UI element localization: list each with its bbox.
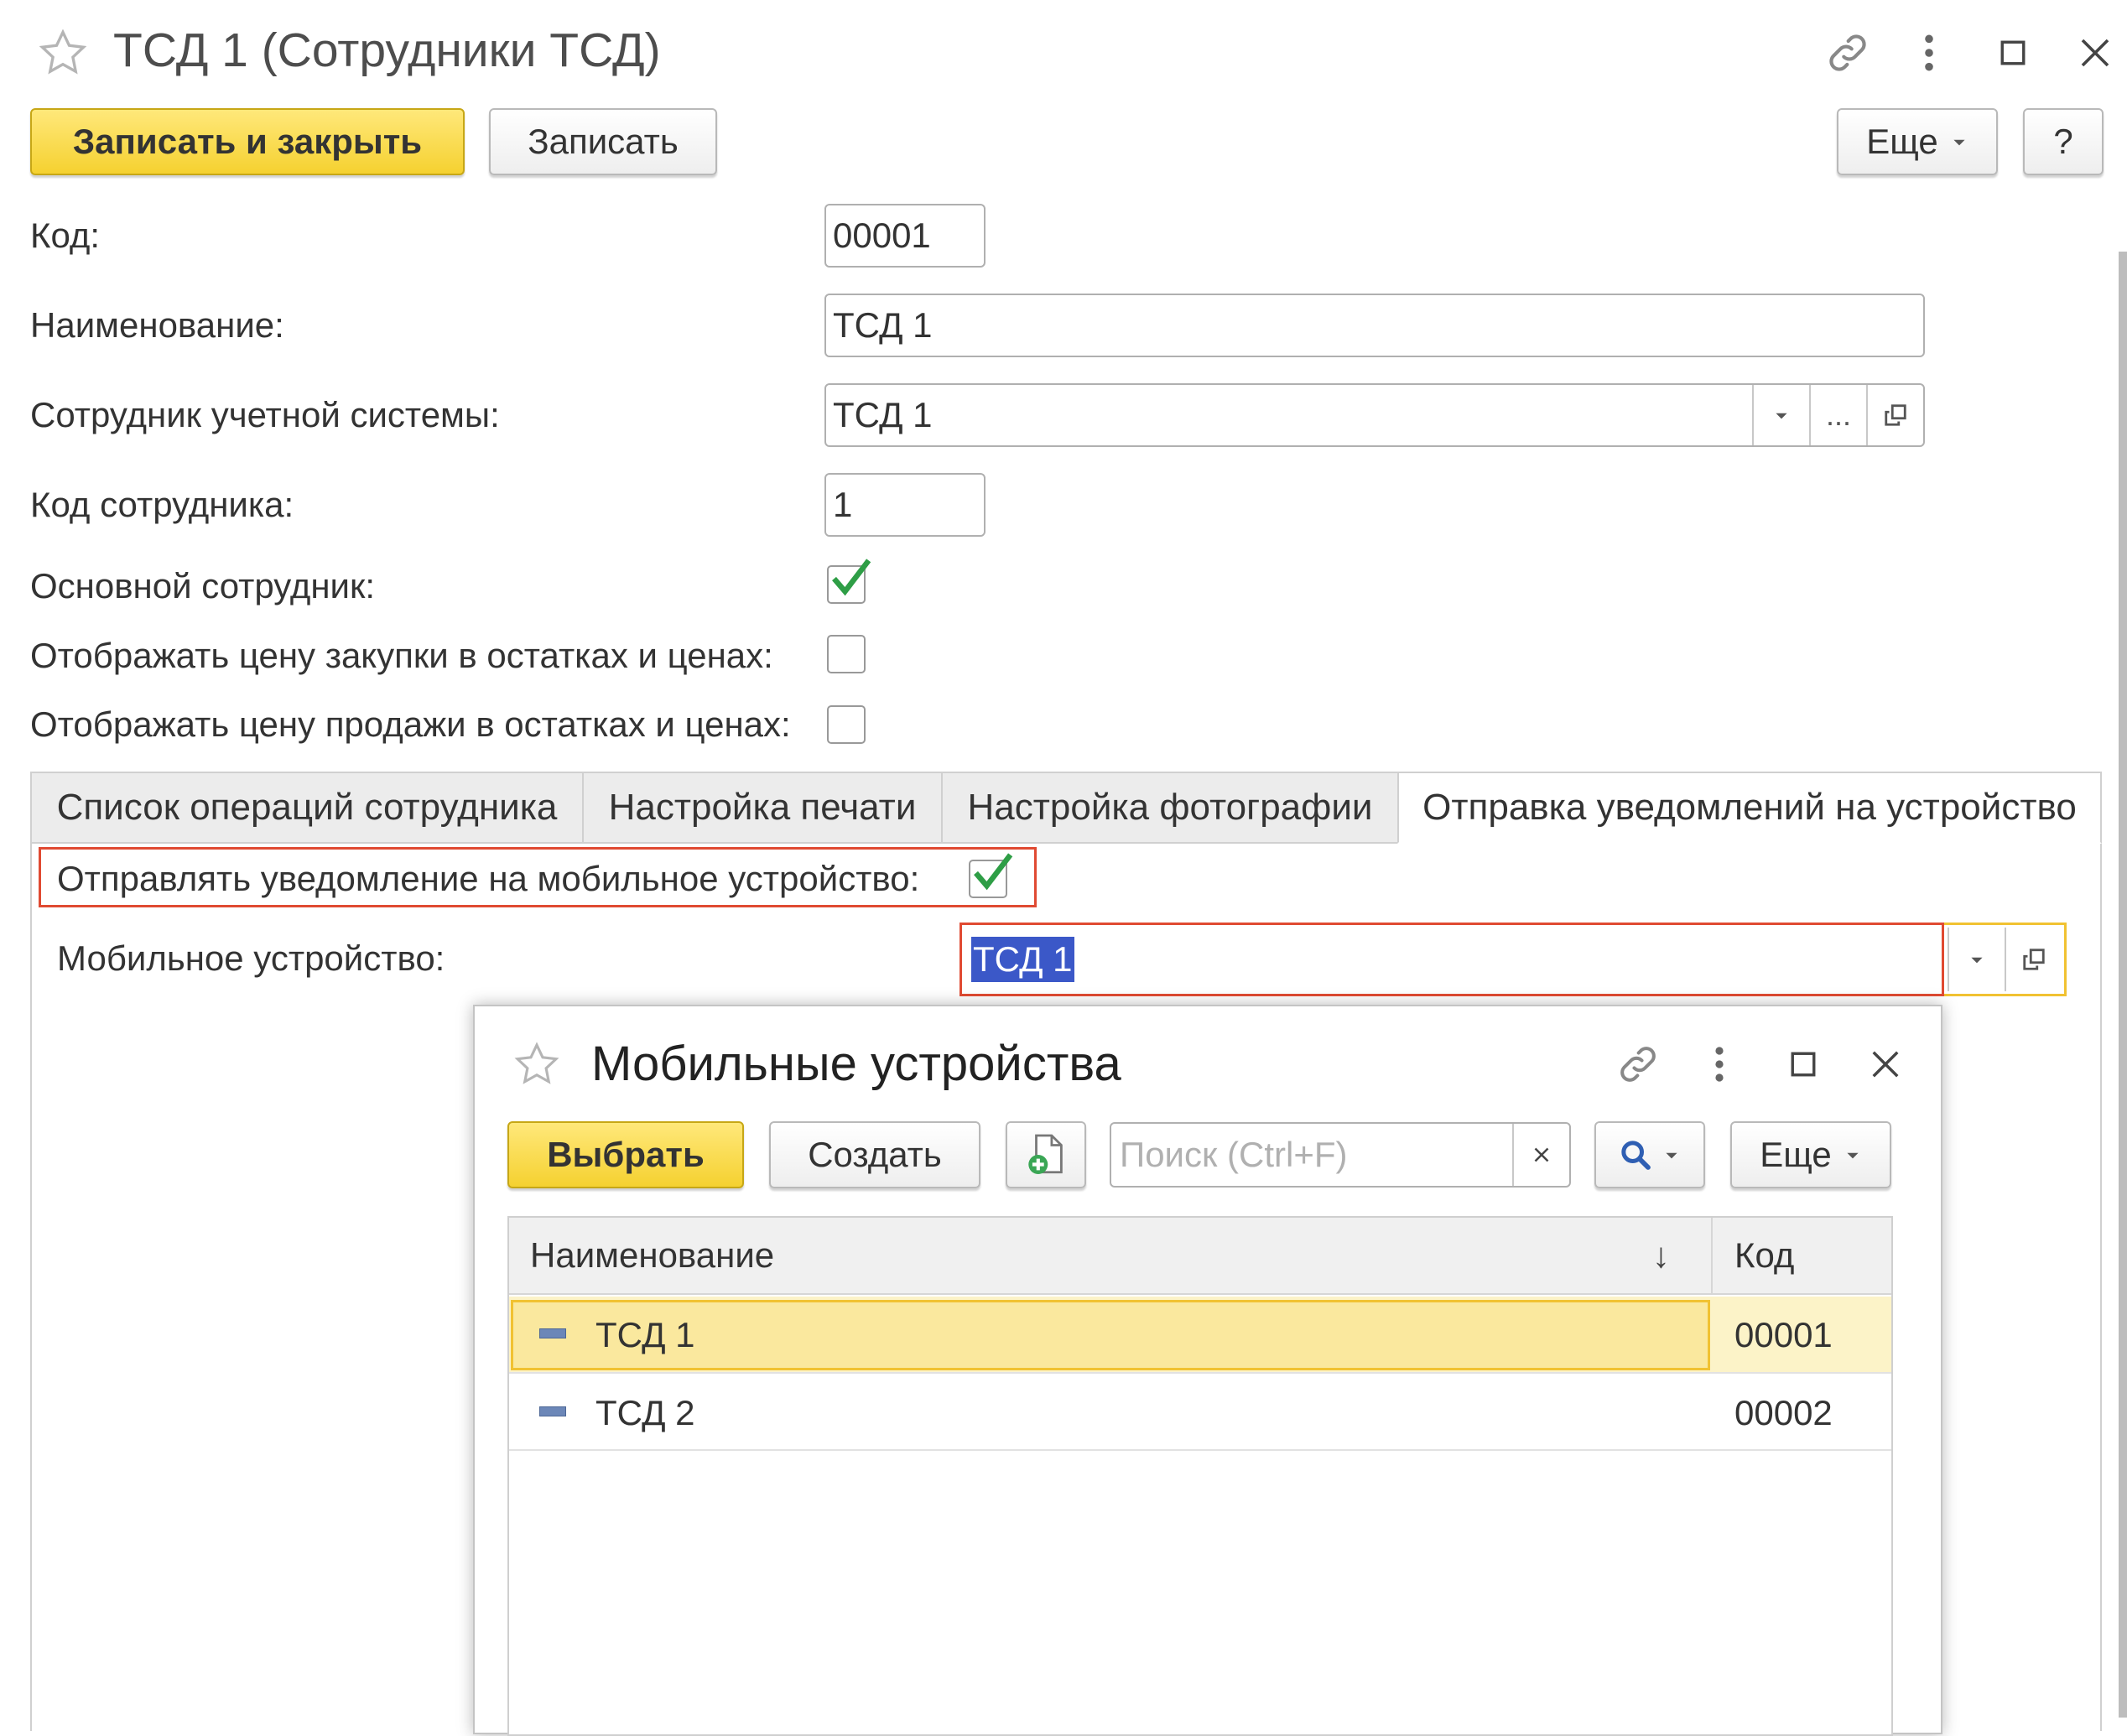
device-open-button[interactable] <box>2005 928 2062 991</box>
maximize-icon[interactable] <box>1988 25 2038 81</box>
show-sale-label: Отображать цену продажи в остатках и цен… <box>30 704 791 744</box>
scrollbar[interactable] <box>2119 252 2127 1718</box>
chevron-down-icon <box>1847 1152 1859 1159</box>
tab-print-settings[interactable]: Настройка печати <box>582 772 943 844</box>
popup-more-label: Еще <box>1760 1135 1832 1174</box>
tab-employee-operations[interactable]: Список операций сотрудника <box>30 772 584 844</box>
ellipsis-label: ... <box>1825 398 1851 432</box>
chevron-down-icon <box>1666 1152 1677 1159</box>
item-icon <box>539 1406 566 1416</box>
sort-indicator[interactable]: ↓ <box>1652 1234 1670 1276</box>
add-document-icon <box>1028 1134 1063 1174</box>
column-divider <box>1711 1218 1713 1295</box>
device-field-highlight <box>959 923 1944 996</box>
close-icon[interactable] <box>1858 1037 1913 1092</box>
show-purchase-checkbox[interactable] <box>827 635 866 673</box>
name-label: Наименование: <box>30 305 284 345</box>
main-employee-label: Основной сотрудник: <box>30 566 376 606</box>
close-icon <box>1534 1147 1549 1162</box>
column-header-name[interactable]: Наименование <box>530 1234 774 1276</box>
show-sale-checkbox[interactable] <box>827 705 866 744</box>
popup-more-button[interactable]: Еще <box>1730 1121 1891 1188</box>
name-field[interactable]: ТСД 1 <box>824 294 1925 357</box>
link-icon[interactable] <box>1820 25 1875 81</box>
checkmark-icon <box>974 853 1013 891</box>
star-icon[interactable] <box>34 25 92 81</box>
search-icon <box>1621 1141 1651 1170</box>
employee-select-button[interactable]: ... <box>1809 385 1866 445</box>
search-clear-button[interactable] <box>1512 1124 1569 1186</box>
search-button[interactable] <box>1594 1121 1705 1188</box>
link-icon[interactable] <box>1610 1037 1666 1092</box>
chevron-down-icon <box>1953 139 1965 146</box>
employee-code-field[interactable]: 1 <box>824 473 985 537</box>
table-row[interactable] <box>509 1374 1891 1451</box>
more-label: Еще <box>1866 122 1938 161</box>
employee-open-button[interactable] <box>1866 385 1923 445</box>
checkmark-icon <box>832 559 871 596</box>
copy-button[interactable] <box>1006 1121 1086 1188</box>
show-purchase-label: Отображать цену закупки в остатках и цен… <box>30 636 773 675</box>
row-code: 00002 <box>1734 1393 1833 1432</box>
create-button[interactable]: Создать <box>769 1121 980 1188</box>
chevron-down-icon <box>1776 413 1787 419</box>
maximize-icon[interactable] <box>1778 1037 1828 1092</box>
more-icon[interactable] <box>1904 25 1954 81</box>
popup-title: Мобильные устройства <box>591 1037 1121 1091</box>
device-label: Мобильное устройство: <box>57 938 445 978</box>
send-notification-label: Отправлять уведомление на мобильное устр… <box>57 859 920 898</box>
item-icon <box>539 1328 566 1338</box>
tab-notifications[interactable]: Отправка уведомлений на устройство <box>1397 772 2102 844</box>
select-button[interactable]: Выбрать <box>507 1121 744 1188</box>
open-icon <box>2023 949 2045 970</box>
send-notification-checkbox[interactable] <box>969 853 1013 898</box>
device-value[interactable]: ТСД 1 <box>971 937 1074 982</box>
search-placeholder: Поиск (Ctrl+F) <box>1120 1135 1348 1174</box>
more-icon[interactable] <box>1694 1037 1745 1092</box>
open-icon <box>1885 404 1906 426</box>
code-field[interactable]: 00001 <box>824 204 985 268</box>
row-code: 00001 <box>1734 1315 1833 1354</box>
close-icon[interactable] <box>2067 25 2123 81</box>
row-name: ТСД 2 <box>595 1393 695 1432</box>
column-header-code[interactable]: Код <box>1734 1234 1794 1276</box>
employee-field[interactable]: ТСД 1 ... <box>824 383 1925 447</box>
code-label: Код: <box>30 216 101 255</box>
search-input[interactable]: Поиск (Ctrl+F) <box>1110 1122 1571 1188</box>
employee-value: ТСД 1 <box>833 395 933 434</box>
employee-dropdown-button[interactable] <box>1752 385 1809 445</box>
chevron-down-icon <box>1971 957 1983 964</box>
tab-photo-settings[interactable]: Настройка фотографии <box>941 772 1399 844</box>
save-and-close-button[interactable]: Записать и закрыть <box>30 108 465 175</box>
main-employee-checkbox[interactable] <box>827 559 871 604</box>
save-button[interactable]: Записать <box>489 108 717 175</box>
employee-label: Сотрудник учетной системы: <box>30 395 500 434</box>
star-icon[interactable] <box>507 1037 566 1092</box>
more-button[interactable]: Еще <box>1837 108 1998 175</box>
device-dropdown-button[interactable] <box>1948 928 2005 991</box>
row-name: ТСД 1 <box>595 1315 695 1354</box>
employee-code-label: Код сотрудника: <box>30 485 294 524</box>
help-button[interactable]: ? <box>2023 108 2104 175</box>
window-title: ТСД 1 (Сотрудники ТСД) <box>113 23 661 77</box>
